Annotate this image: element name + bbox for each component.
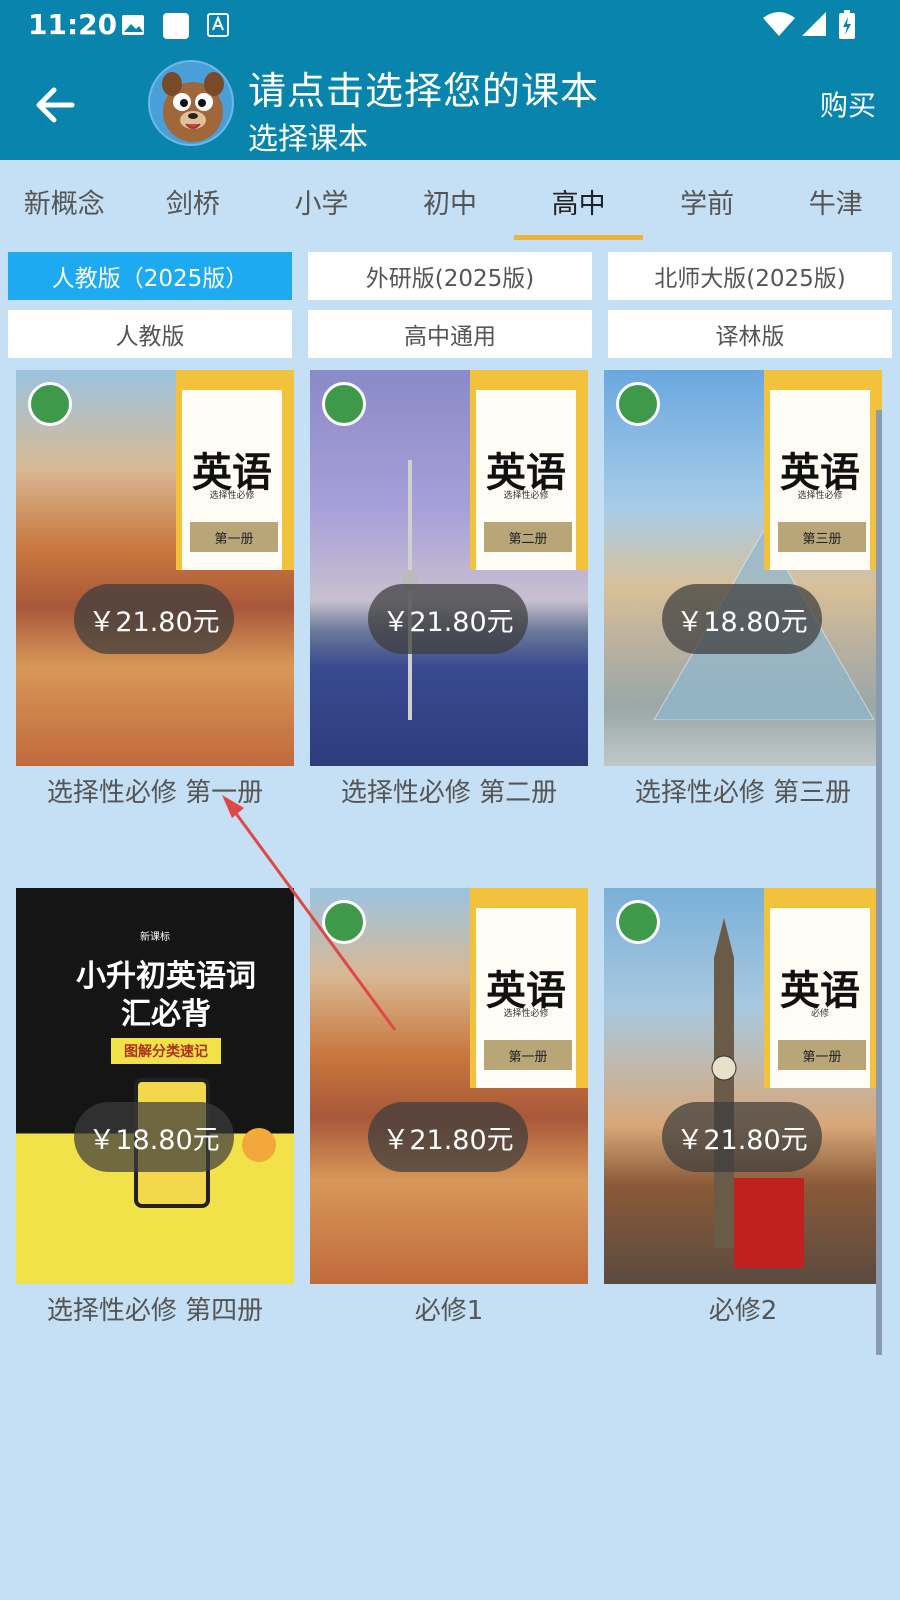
app-notification-icon: [163, 13, 189, 39]
tab-oxford[interactable]: 牛津: [771, 160, 900, 242]
scrollbar[interactable]: [876, 410, 882, 1355]
price-badge: ￥21.80元: [74, 584, 234, 654]
cover-subtitle: 选择性必修: [209, 491, 255, 501]
edition-chip-pep-2025[interactable]: 人教版（2025版）: [8, 252, 292, 300]
buy-button[interactable]: 购买: [820, 84, 876, 124]
cover-subtitle: 选择性必修: [797, 491, 843, 501]
book-title: 选择性必修 第三册: [634, 778, 852, 808]
cover-subtitle: 选择性必修: [503, 1009, 549, 1019]
status-bar: 11:20: [0, 0, 900, 50]
tab-junior-high[interactable]: 初中: [386, 160, 515, 242]
book-card[interactable]: 新课标 小升初英语词汇必背 图解分类速记 ￥18.80元 选择性必修 第四册: [16, 888, 294, 1327]
edition-chip-fltrp-2025[interactable]: 外研版(2025版): [308, 252, 592, 300]
book-cover[interactable]: 英语 选择性必修 第三册 ￥18.80元: [604, 370, 882, 766]
edition-chip-yilin[interactable]: 译林版: [608, 310, 892, 358]
signal-icon: [802, 12, 826, 36]
book-cover[interactable]: 英语 选择性必修 第一册 ￥21.80元: [16, 370, 294, 766]
price-badge: ￥21.80元: [662, 1102, 822, 1172]
book-cover[interactable]: 新课标 小升初英语词汇必背 图解分类速记 ￥18.80元: [16, 888, 294, 1284]
edition-badge-icon: [242, 1128, 276, 1162]
publisher-seal-icon: [616, 382, 660, 426]
tab-new-concept[interactable]: 新概念: [0, 160, 129, 242]
cover-title: 小升初英语词汇必背: [76, 959, 256, 1032]
book-card[interactable]: 英语 选择性必修 第二册 ￥21.80元 选择性必修 第二册: [310, 370, 588, 809]
back-arrow-icon[interactable]: [30, 80, 80, 130]
edition-chip-general[interactable]: 高中通用: [308, 310, 592, 358]
tab-cambridge[interactable]: 剑桥: [129, 160, 258, 242]
page-subtitle: 选择课本: [248, 122, 368, 157]
wifi-icon: [763, 12, 795, 36]
status-time: 11:20: [28, 8, 118, 41]
price-badge: ￥18.80元: [662, 584, 822, 654]
edition-chip-bnu-2025[interactable]: 北师大版(2025版): [608, 252, 892, 300]
tab-preschool[interactable]: 学前: [643, 160, 772, 242]
battery-icon: [839, 10, 855, 39]
publisher-seal-icon: [28, 382, 72, 426]
price-badge: ￥21.80元: [368, 584, 528, 654]
app-header: 请点击选择您的课本 选择课本 购买: [0, 50, 900, 160]
page-title: 请点击选择您的课本: [248, 69, 600, 113]
cover-volume: 第一册: [190, 522, 278, 552]
edition-chip-pep[interactable]: 人教版: [8, 310, 292, 358]
book-card[interactable]: 英语 选择性必修 第一册 ￥21.80元 选择性必修 第一册: [16, 370, 294, 809]
cover-badge: 新课标: [140, 932, 170, 943]
tab-primary[interactable]: 小学: [257, 160, 386, 242]
bus-graphic: [734, 1178, 804, 1268]
publisher-seal-icon: [322, 900, 366, 944]
price-badge: ￥21.80元: [368, 1102, 528, 1172]
book-card[interactable]: 英语 选择性必修 第三册 ￥18.80元 选择性必修 第三册: [604, 370, 882, 809]
cover-volume: 第一册: [484, 1040, 572, 1070]
publisher-seal-icon: [322, 382, 366, 426]
book-title: 选择性必修 第四册: [46, 1296, 264, 1326]
cover-volume: 第二册: [484, 522, 572, 552]
cover-subtitle: 必修: [810, 1009, 829, 1019]
category-tabs: 新概念 剑桥 小学 初中 高中 学前 牛津: [0, 160, 900, 242]
tab-senior-high[interactable]: 高中: [514, 160, 643, 242]
cover-volume: 第一册: [778, 1040, 866, 1070]
book-title: 选择性必修 第一册: [46, 778, 264, 808]
publisher-seal-icon: [616, 900, 660, 944]
book-card[interactable]: 英语 必修 第一册 ￥21.80元 必修2: [604, 888, 882, 1327]
book-card[interactable]: 英语 选择性必修 第一册 ￥21.80元 必修1: [310, 888, 588, 1327]
book-cover[interactable]: 英语 必修 第一册 ￥21.80元: [604, 888, 882, 1284]
book-title: 选择性必修 第二册: [340, 778, 558, 808]
image-icon: [122, 15, 144, 35]
book-title: 必修1: [414, 1296, 484, 1326]
book-cover[interactable]: 英语 选择性必修 第一册 ￥21.80元: [310, 888, 588, 1284]
price-badge: ￥18.80元: [74, 1102, 234, 1172]
cover-volume: 第三册: [778, 522, 866, 552]
cover-subtitle: 选择性必修: [503, 491, 549, 501]
text-icon: [207, 13, 229, 37]
cover-subtitle: 图解分类速记: [111, 1038, 221, 1064]
mascot-avatar: [148, 60, 234, 146]
book-cover[interactable]: 英语 选择性必修 第二册 ￥21.80元: [310, 370, 588, 766]
book-title: 必修2: [708, 1296, 778, 1326]
